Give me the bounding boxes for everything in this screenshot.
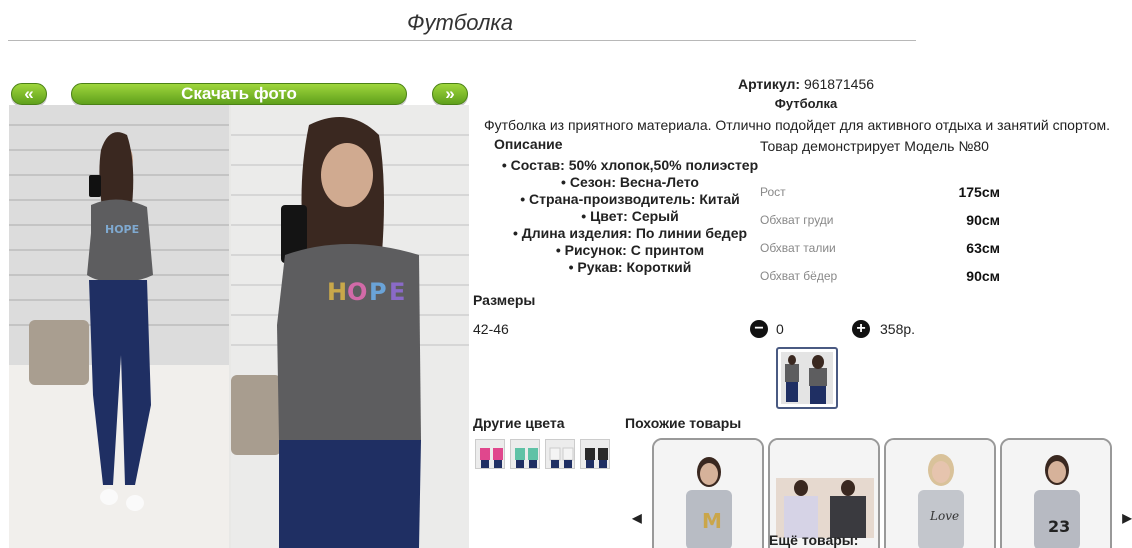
quantity-plus-button[interactable]: + — [852, 320, 870, 338]
measure-value: 175см — [958, 184, 1000, 200]
color-thumbnails — [475, 439, 610, 469]
svg-text:HOPE: HOPE — [105, 223, 139, 236]
similar-product-card[interactable]: M — [652, 438, 764, 548]
product-name: Футболка — [774, 96, 838, 111]
title-divider — [8, 40, 916, 41]
similar-products-title: Похожие товары — [625, 415, 742, 431]
svg-text:23: 23 — [1048, 517, 1070, 536]
measure-value: 63см — [966, 240, 1000, 256]
model-measures: Рост 175см Обхват груди 90см Обхват тали… — [760, 178, 1000, 290]
color-thumbnail[interactable] — [510, 439, 540, 469]
download-photo-button[interactable]: Скачать фото — [71, 83, 407, 105]
measure-value: 90см — [966, 268, 1000, 284]
size-label: 42-46 — [473, 321, 509, 337]
sizes-title: Размеры — [473, 292, 536, 308]
carousel-prev-icon[interactable]: ◀ — [630, 510, 644, 526]
sku-label: Артикул: — [737, 76, 801, 92]
svg-text:P: P — [369, 278, 387, 306]
quantity-value[interactable]: 0 — [776, 321, 784, 337]
quantity-minus-button[interactable]: − — [750, 320, 768, 338]
measure-row: Обхват бёдер 90см — [760, 262, 1000, 290]
color-thumbnail[interactable] — [545, 439, 575, 469]
sku-value: 961871456 — [803, 76, 875, 92]
model-title: Товар демонстрирует Модель №80 — [760, 138, 989, 154]
sku-line: Артикул: 961871456 — [620, 76, 992, 92]
svg-text:E: E — [389, 278, 405, 306]
similar-products-carousel: ◀ M Love 23 ▶ — [626, 432, 1132, 548]
measure-label: Обхват талии — [760, 241, 836, 255]
measure-label: Обхват бёдер — [760, 269, 838, 283]
svg-text:Love: Love — [929, 509, 959, 523]
svg-text:H: H — [327, 278, 347, 306]
prev-photo-button[interactable]: « — [11, 83, 47, 105]
measure-value: 90см — [966, 212, 1000, 228]
property-item: Цвет: Серый — [480, 208, 780, 225]
color-thumbnail[interactable] — [580, 439, 610, 469]
property-item: Рисунок: С принтом — [480, 242, 780, 259]
properties-list: Состав: 50% хлопок,50% полиэстер Сезон: … — [480, 157, 780, 276]
product-photo: HOPE H O P E — [9, 105, 469, 548]
similar-product-card[interactable]: 23 — [1000, 438, 1112, 548]
page-title: Футболка — [407, 10, 513, 35]
measure-row: Рост 175см — [760, 178, 1000, 206]
svg-text:M: M — [702, 509, 722, 533]
next-photo-button[interactable]: » — [432, 83, 468, 105]
price: 358р. — [880, 321, 916, 337]
carousel-next-icon[interactable]: ▶ — [1120, 510, 1132, 526]
property-item: Рукав: Короткий — [480, 259, 780, 276]
measure-row: Обхват груди 90см — [760, 206, 1000, 234]
measure-label: Рост — [760, 185, 786, 199]
product-description: Футболка из приятного материала. Отлично… — [484, 117, 1111, 133]
color-thumbnail[interactable] — [475, 439, 505, 469]
measure-label: Обхват груди — [760, 213, 834, 227]
property-item: Сезон: Весна-Лето — [480, 174, 780, 191]
other-colors-title: Другие цвета — [473, 415, 565, 431]
property-item: Страна-производитель: Китай — [480, 191, 780, 208]
similar-product-card[interactable]: Love — [884, 438, 996, 548]
measure-row: Обхват талии 63см — [760, 234, 1000, 262]
property-item: Длина изделия: По линии бедер — [480, 225, 780, 242]
property-item: Состав: 50% хлопок,50% полиэстер — [480, 157, 780, 174]
svg-text:O: O — [347, 278, 367, 306]
more-products-link[interactable]: Ещё товары: — [769, 532, 858, 548]
properties-title: Описание — [494, 136, 563, 152]
selected-photo-thumbnail[interactable] — [776, 347, 838, 409]
